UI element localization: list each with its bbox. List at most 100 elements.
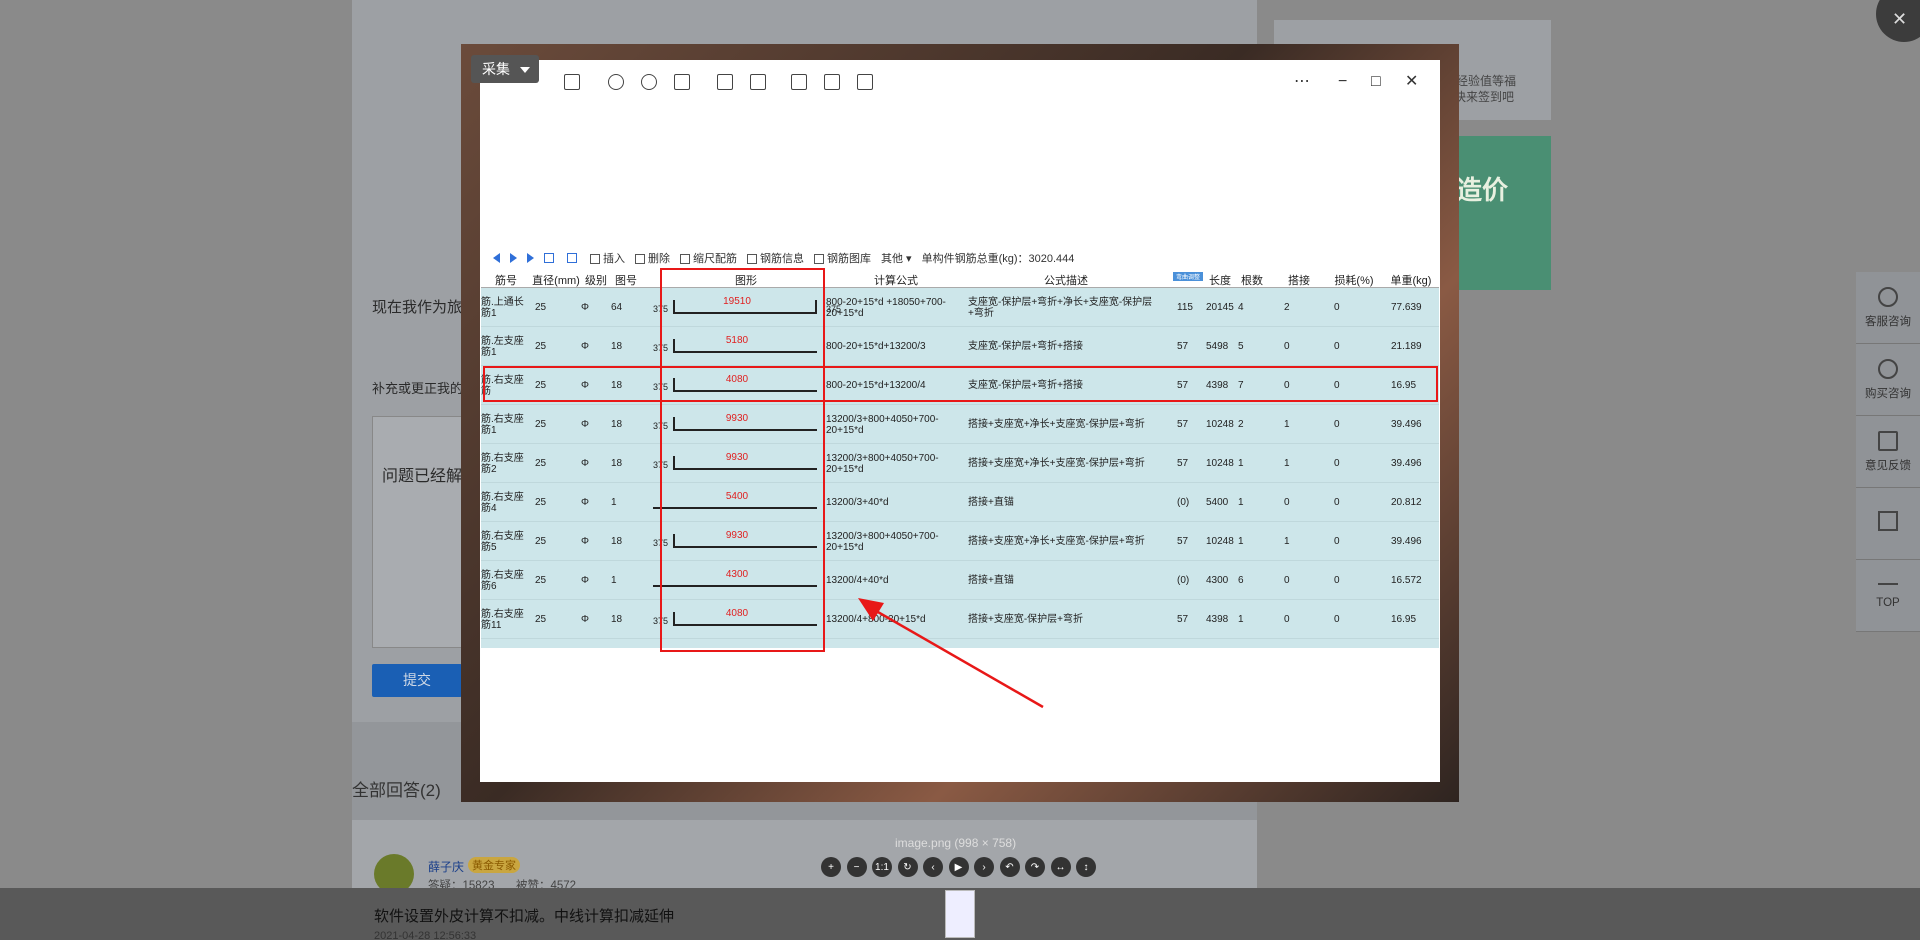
cell-lap: 0 (1284, 497, 1290, 508)
cell-weight: 77.639 (1391, 302, 1422, 313)
cell-weight: 16.95 (1391, 614, 1417, 625)
insert-icon (590, 254, 600, 265)
next-icon[interactable]: › (974, 857, 994, 877)
cell-name: 筋.上通长筋1 (481, 296, 524, 319)
cell-length: 10248 (1206, 458, 1234, 469)
cell-adj: 57 (1177, 419, 1189, 430)
ruler-icon (680, 254, 690, 265)
cell-loss: 0 (1334, 419, 1340, 430)
chevron-down-icon (520, 67, 530, 74)
table-row[interactable]: 筋.右支座筋1 25 Φ 18 13200/3+800+4050+700-20+15*d… (481, 405, 1439, 444)
rotate-icon[interactable] (717, 74, 733, 90)
table-row[interactable]: 筋.上通长筋1 25 Φ 64 800-20+15*d +18050+700-20+15… (481, 288, 1439, 327)
cell-name: 筋.右支座筋11 (481, 608, 524, 631)
cell-weight: 16.572 (1391, 575, 1422, 586)
cell-name: 筋.右支座筋6 (481, 569, 524, 592)
cell-loss: 0 (1334, 536, 1340, 547)
purchase-consult-tool[interactable]: 购买咨询 (1856, 344, 1920, 416)
cell-dia: 25 (535, 536, 547, 547)
cell-dia: 25 (535, 302, 547, 313)
cell-name: 筋.右支座筋2 (481, 452, 524, 475)
copy-icon[interactable] (791, 74, 807, 90)
cell-weight: 21.189 (1391, 341, 1422, 352)
cell-adj: 57 (1177, 614, 1189, 625)
play-icon[interactable]: ▶ (948, 857, 969, 877)
zoom-in-icon[interactable]: + (821, 857, 841, 877)
cell-count: 5 (1238, 341, 1244, 352)
actual-size-icon[interactable]: 1:1 (872, 857, 892, 877)
customer-service-tool[interactable]: 客服咨询 (1856, 272, 1920, 344)
cell-length: 4398 (1206, 614, 1229, 625)
crop-icon[interactable] (824, 74, 840, 90)
collect-button[interactable]: 采集 (471, 55, 539, 83)
chat-icon (1878, 358, 1898, 379)
zoom-out-icon[interactable]: − (846, 857, 867, 877)
maximize-icon[interactable]: □ (1371, 74, 1381, 90)
cell-length: 10248 (1206, 536, 1234, 547)
cell-name: 筋.左支座筋1 (481, 335, 524, 358)
cell-count: 1 (1238, 614, 1244, 625)
cell-fig: 18 (611, 341, 623, 352)
cell-loss: 0 (1334, 302, 1340, 313)
cell-desc: 支座宽-保护层+弯折+净长+支座宽-保护层+弯折 (968, 296, 1153, 319)
feedback-tool[interactable]: 意见反馈 (1856, 416, 1920, 488)
supplement-text: 补充或更正我的 (372, 381, 464, 396)
reply-editor[interactable] (372, 416, 462, 648)
flip-v-icon[interactable]: ↕ (1076, 857, 1096, 877)
submit-button[interactable]: 提交 (372, 664, 462, 697)
cell-lap: 0 (1284, 614, 1290, 625)
more-icon[interactable]: ⋯ (1294, 74, 1310, 90)
cell-loss: 0 (1334, 458, 1340, 469)
cell-formula: 13200/3+800+4050+700-20+15*d (826, 452, 939, 475)
delete-button[interactable]: 删除 (635, 250, 670, 266)
table-row[interactable]: 筋.右支座筋2 25 Φ 18 13200/3+800+4050+700-20+15*d… (481, 444, 1439, 483)
window-close-icon[interactable]: ✕ (1405, 74, 1418, 90)
other-menu[interactable]: 其他 ▾ (881, 250, 912, 266)
cell-formula: 13200/3+40*d (826, 497, 889, 508)
undo-icon[interactable]: ↶ (999, 857, 1020, 877)
annotation-arrow (858, 598, 1044, 709)
answer-time: 2021-04-28 12:56:33 (374, 930, 477, 940)
insert-button[interactable]: 插入 (590, 250, 625, 266)
grid-icon[interactable] (564, 74, 580, 90)
cell-count: 1 (1238, 536, 1244, 547)
move-up-icon[interactable] (544, 253, 554, 263)
back-to-top-tool[interactable]: TOP (1856, 560, 1920, 632)
cell-loss: 0 (1334, 341, 1340, 352)
cell-name: 筋.右支座筋5 (481, 530, 524, 553)
edit-icon[interactable] (750, 74, 766, 90)
close-viewer-button[interactable]: ✕ (1876, 0, 1920, 42)
total-weight: 单构件钢筋总重(kg)：3020.444 (921, 253, 1075, 265)
cell-grade: Φ (581, 302, 589, 313)
cell-loss: 0 (1334, 614, 1340, 625)
scale-rebar-button[interactable]: 缩尺配筋 (680, 250, 737, 266)
flip-h-icon[interactable]: ↔ (1050, 857, 1071, 877)
minimize-icon[interactable]: − (1338, 74, 1347, 90)
next-record-icon[interactable] (510, 253, 517, 263)
table-row[interactable]: 筋.右支座筋4 25 Φ 1 13200/3+40*d 搭接+直锚 (0) 5400 1 0 0 20… (481, 483, 1439, 522)
prev-icon[interactable]: ‹ (923, 857, 943, 877)
qrcode-tool[interactable] (1856, 488, 1920, 560)
move-down-icon[interactable] (567, 253, 577, 263)
image-thumbnail[interactable] (945, 890, 975, 938)
refresh-icon[interactable]: ↻ (897, 857, 918, 877)
actual-size-icon[interactable] (674, 74, 690, 90)
col-formula: 计算公式 (874, 275, 918, 287)
cell-desc: 搭接+直锚 (968, 497, 1014, 508)
rebar-lib-button[interactable]: 钢筋图库 (814, 250, 871, 266)
answer-author[interactable]: 薛子庆 (428, 858, 464, 875)
last-record-icon[interactable] (527, 253, 534, 263)
cell-desc: 搭接+支座宽+净长+支座宽-保护层+弯折 (968, 536, 1145, 547)
zoom-out-icon[interactable] (641, 74, 657, 90)
first-record-icon[interactable] (493, 253, 500, 263)
cell-count: 4 (1238, 302, 1244, 313)
table-row[interactable]: 筋.右支座筋5 25 Φ 18 13200/3+800+4050+700-20+15*d… (481, 522, 1439, 561)
save-icon[interactable] (857, 74, 873, 90)
cell-adj: 115 (1177, 302, 1193, 313)
table-row[interactable]: 筋.左支座筋1 25 Φ 18 800-20+15*d+13200/3 支座宽-保护层+弯… (481, 327, 1439, 366)
redo-icon[interactable]: ↷ (1025, 857, 1045, 877)
cell-desc: 支座宽-保护层+弯折+搭接 (968, 341, 1084, 352)
rebar-info-button[interactable]: 钢筋信息 (747, 250, 804, 266)
cell-length: 5498 (1206, 341, 1229, 352)
zoom-in-icon[interactable] (608, 74, 624, 90)
